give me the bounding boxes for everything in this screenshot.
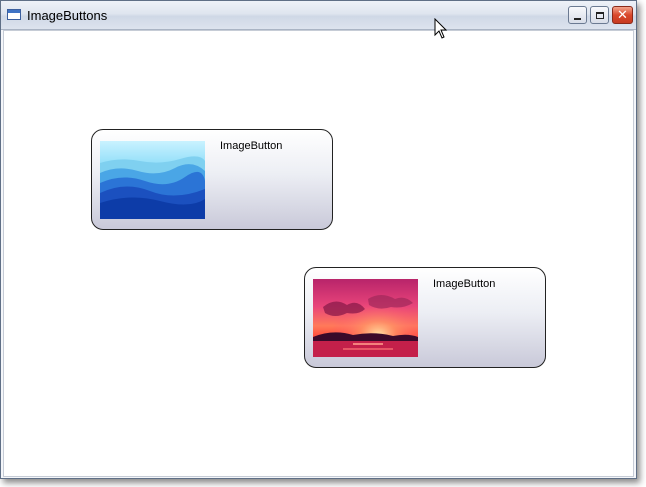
window-title: ImageButtons	[27, 8, 108, 23]
maximize-button[interactable]	[590, 6, 609, 24]
sunset-image	[313, 279, 418, 357]
image-button-label: ImageButton	[433, 278, 496, 290]
image-button-mountains[interactable]: ImageButton	[91, 129, 333, 230]
close-button[interactable]: ✕	[612, 6, 633, 24]
client-area	[3, 30, 634, 477]
minimize-button[interactable]	[568, 6, 587, 24]
blue-mountains-image	[100, 141, 205, 219]
image-button-sunset[interactable]: ImageButton	[304, 267, 546, 368]
mouse-cursor-icon	[434, 18, 448, 39]
window-app-icon[interactable]	[7, 9, 21, 20]
minimize-icon	[574, 17, 581, 20]
title-bar[interactable]: ImageButtons ✕	[1, 1, 636, 30]
close-icon: ✕	[617, 7, 628, 23]
app-window: ImageButtons ✕	[0, 0, 637, 479]
image-button-label: ImageButton	[220, 140, 283, 152]
maximize-icon	[595, 11, 604, 19]
